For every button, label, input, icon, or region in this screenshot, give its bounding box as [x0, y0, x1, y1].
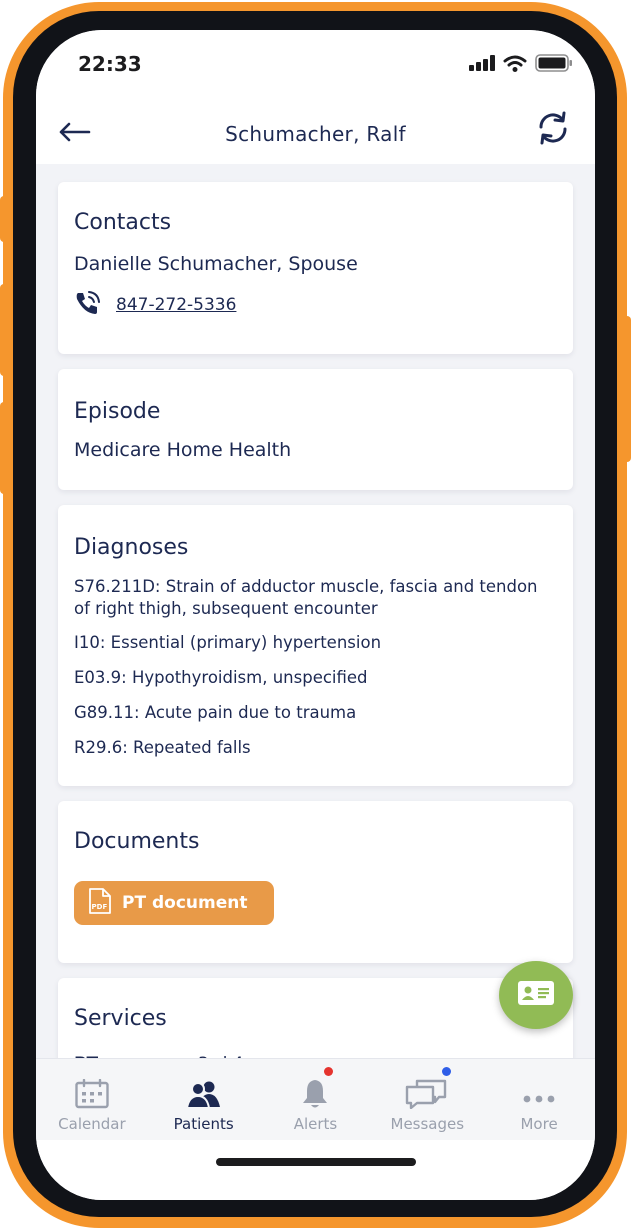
status-time: 22:33: [78, 52, 142, 76]
pdf-file-icon: PDF: [88, 887, 112, 919]
contact-name: Danielle Schumacher, Spouse: [74, 253, 358, 275]
episode-title: Episode: [74, 399, 161, 424]
home-indicator[interactable]: [216, 1158, 416, 1166]
more-icon: [519, 1065, 559, 1109]
tab-label: Patients: [173, 1115, 234, 1133]
volume-down-button: [0, 402, 10, 494]
bell-icon: [295, 1065, 335, 1109]
diagnosis-item: R29.6: Repeated falls: [74, 738, 251, 757]
diagnosis-item: S76.211D: Strain of adductor muscle, fas…: [74, 577, 538, 618]
diagnoses-title: Diagnoses: [74, 535, 189, 560]
cellular-signal-icon: [469, 55, 495, 75]
mute-switch: [0, 196, 10, 242]
messages-badge-dot: [442, 1067, 452, 1076]
calendar-icon: [72, 1065, 112, 1109]
patient-detail-content[interactable]: Contacts Danielle Schumacher, Spouse 847…: [36, 164, 595, 1058]
pt-document-button[interactable]: PDF PT document: [74, 881, 274, 925]
documents-title: Documents: [74, 829, 200, 854]
contacts-card: Contacts Danielle Schumacher, Spouse 847…: [58, 182, 573, 354]
tab-label: Calendar: [58, 1115, 126, 1133]
home-indicator-area: [36, 1140, 595, 1200]
contact-phone-number[interactable]: 847-272-5336: [116, 295, 236, 315]
wifi-icon: [503, 55, 527, 76]
sync-icon: [533, 111, 573, 152]
messages-icon: [403, 1065, 452, 1109]
tab-label: More: [520, 1115, 558, 1133]
services-card: Services PT 3wk4: [58, 978, 573, 1058]
sync-button[interactable]: [533, 108, 573, 148]
id-card-icon: [517, 980, 555, 1010]
screen: 22:33 Schumacher, Ralf Contacts Danielle…: [36, 30, 595, 1200]
episode-value: Medicare Home Health: [74, 439, 292, 461]
tab-alerts[interactable]: Alerts: [260, 1059, 372, 1140]
pdf-icon-text: PDF: [92, 903, 108, 911]
tab-more[interactable]: More: [483, 1059, 595, 1140]
id-card-fab-button[interactable]: [499, 961, 573, 1029]
bottom-tab-bar: Calendar Patients Alerts Messages More: [36, 1058, 595, 1140]
services-title: Services: [74, 1006, 167, 1031]
contacts-title: Contacts: [74, 210, 172, 235]
nav-bar: Schumacher, Ralf: [36, 102, 595, 164]
battery-icon: [535, 54, 573, 76]
diagnoses-card: Diagnoses S76.211D: Strain of adductor m…: [58, 505, 573, 786]
volume-up-button: [0, 284, 10, 376]
status-bar: 22:33: [36, 30, 595, 102]
tab-calendar[interactable]: Calendar: [36, 1059, 148, 1140]
phone-call-icon: [74, 290, 100, 320]
power-button: [621, 316, 631, 462]
tab-label: Messages: [390, 1115, 465, 1133]
episode-card: Episode Medicare Home Health: [58, 369, 573, 490]
documents-card: Documents PDF PT document: [58, 801, 573, 963]
alerts-badge-dot: [324, 1067, 334, 1076]
diagnosis-item: I10: Essential (primary) hypertension: [74, 633, 382, 652]
contact-phone-link[interactable]: 847-272-5336: [74, 290, 236, 320]
tab-patients[interactable]: Patients: [148, 1059, 260, 1140]
patients-icon: [184, 1065, 224, 1109]
diagnosis-item: E03.9: Hypothyroidism, unspecified: [74, 668, 368, 687]
diagnosis-item: G89.11: Acute pain due to trauma: [74, 703, 357, 722]
tab-messages[interactable]: Messages: [371, 1059, 483, 1140]
status-icons: [469, 54, 573, 76]
tab-label: Alerts: [293, 1115, 338, 1133]
page-title: Schumacher, Ralf: [225, 122, 406, 146]
pt-document-label: PT document: [122, 893, 248, 913]
